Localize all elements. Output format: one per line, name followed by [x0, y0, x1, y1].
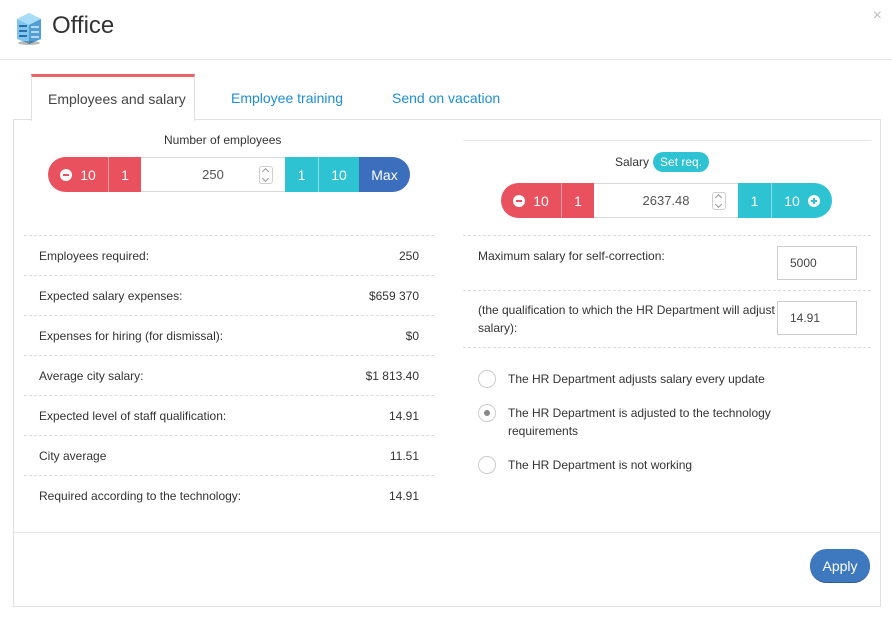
max-salary-row: Maximum salary for self-correction: 5000 — [463, 235, 871, 290]
stats-label: Employees required: — [39, 248, 150, 263]
employees-minus-10-button[interactable]: 10 — [48, 157, 108, 192]
stats-label: Required according to the technology: — [39, 488, 242, 503]
salary-minus-10-button[interactable]: 10 — [501, 183, 561, 218]
hr-option-label: The HR Department is adjusted to the tec… — [508, 406, 771, 438]
spinner-arrows-icon[interactable] — [259, 166, 273, 184]
tab-panel: Number of employees 10 1 250 1 10 Max Em… — [13, 119, 881, 607]
tab-send-on-vacation[interactable]: Send on vacation — [376, 74, 516, 120]
plus-circle-icon — [807, 194, 820, 207]
stats-row: Expenses for hiring (for dismissal): $0 — [24, 315, 434, 355]
set-requirement-button[interactable]: Set req. — [653, 152, 710, 172]
salary-minus-10-label: 10 — [533, 192, 549, 209]
divider — [463, 140, 871, 141]
employees-minus-10-label: 10 — [80, 166, 96, 183]
apply-button[interactable]: Apply — [810, 549, 870, 582]
qualification-row: (the qualification to which the HR Depar… — [463, 290, 871, 348]
stats-row: Expected level of staff qualification: 1… — [24, 395, 434, 435]
max-salary-label: Maximum salary for self-correction: — [478, 249, 665, 263]
stats-label: Average city salary: — [39, 368, 144, 383]
tab-bar: Employees and salary Employee training S… — [13, 74, 881, 121]
qualification-value: 14.91 — [790, 311, 821, 325]
hr-option-every-update[interactable]: The HR Department adjusts salary every u… — [478, 370, 765, 388]
radio-button-checked[interactable] — [478, 404, 496, 422]
stats-value: 14.91 — [388, 488, 419, 503]
spinner-arrows-icon[interactable] — [712, 192, 726, 210]
minus-circle-icon — [60, 168, 73, 181]
salary-input[interactable]: 2637.48 — [594, 183, 738, 218]
office-building-icon — [17, 13, 41, 45]
minus-circle-icon — [513, 194, 526, 207]
stats-label: City average — [39, 448, 107, 463]
salary-header: Salary Set req. — [615, 152, 710, 172]
employee-stats-table: Employees required: 250 Expected salary … — [24, 235, 434, 515]
salary-plus-1-button[interactable]: 1 — [738, 183, 771, 218]
radio-button[interactable] — [478, 370, 496, 388]
employees-count-input[interactable]: 250 — [141, 157, 285, 192]
tab-employees-and-salary[interactable]: Employees and salary — [31, 74, 195, 121]
stats-row: Expected salary expenses: $659 370 — [24, 275, 434, 315]
employees-label: Number of employees — [164, 133, 282, 147]
employees-max-button[interactable]: Max — [359, 157, 410, 192]
employees-plus-10-button[interactable]: 10 — [318, 157, 359, 192]
stats-label: Expected level of staff qualification: — [39, 408, 227, 423]
close-icon[interactable]: × — [873, 8, 882, 24]
employees-minus-1-button[interactable]: 1 — [108, 157, 141, 192]
salary-label: Salary — [615, 155, 650, 169]
footer-divider — [14, 532, 880, 533]
salary-plus-10-label: 10 — [784, 192, 800, 209]
window-title: Office — [52, 12, 115, 39]
radio-button[interactable] — [478, 456, 496, 474]
stats-row: Required according to the technology: 14… — [24, 475, 434, 515]
qualification-label: (the qualification to which the HR Depar… — [478, 303, 775, 335]
stats-label: Expected salary expenses: — [39, 288, 183, 303]
hr-option-not-working[interactable]: The HR Department is not working — [478, 456, 692, 474]
hr-option-technology[interactable]: The HR Department is adjusted to the tec… — [478, 404, 818, 440]
stats-value: $0 — [405, 328, 419, 343]
stats-value: $1 813.40 — [365, 368, 419, 383]
hr-option-label: The HR Department adjusts salary every u… — [508, 372, 765, 386]
stats-value: 14.91 — [388, 408, 419, 423]
stats-row: Average city salary: $1 813.40 — [24, 355, 434, 395]
stats-value: $659 370 — [368, 288, 419, 303]
employees-count-value: 250 — [202, 167, 224, 182]
employees-stepper: 10 1 250 1 10 Max — [48, 157, 410, 192]
qualification-input[interactable]: 14.91 — [777, 301, 857, 335]
stats-row: City average 11.51 — [24, 435, 434, 475]
max-salary-value: 5000 — [790, 256, 817, 270]
stats-value: 11.51 — [389, 448, 419, 463]
salary-plus-10-button[interactable]: 10 — [771, 183, 832, 218]
stats-row: Employees required: 250 — [24, 235, 434, 275]
window-header: Office × — [0, 0, 892, 60]
stats-label: Expenses for hiring (for dismissal): — [39, 328, 224, 343]
max-salary-input[interactable]: 5000 — [777, 246, 857, 280]
employees-plus-1-button[interactable]: 1 — [285, 157, 318, 192]
hr-option-label: The HR Department is not working — [508, 458, 693, 472]
tab-employee-training[interactable]: Employee training — [215, 74, 359, 120]
salary-minus-1-button[interactable]: 1 — [561, 183, 594, 218]
salary-stepper: 10 1 2637.48 1 10 — [501, 183, 832, 218]
salary-value: 2637.48 — [642, 193, 690, 208]
stats-value: 250 — [398, 248, 419, 263]
